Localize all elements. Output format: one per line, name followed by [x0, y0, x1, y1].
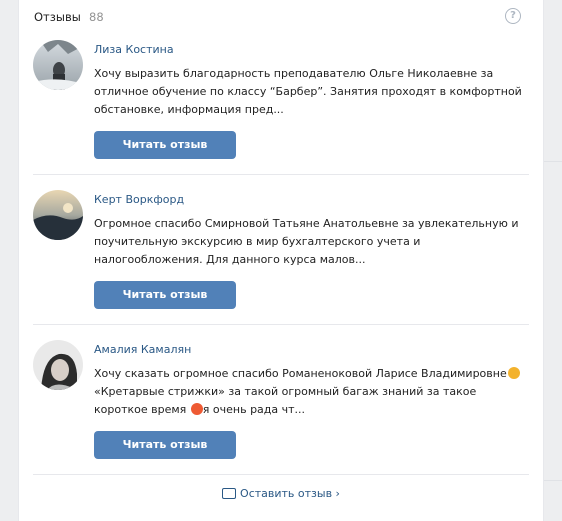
page-background-right [543, 0, 562, 521]
leave-review-label: Оставить отзыв › [240, 487, 340, 500]
review-text: Огромное спасибо Смирновой Татьяне Анато… [94, 217, 519, 266]
separator [33, 474, 529, 475]
review-item: Лиза Костина Хочу выразить благодарность… [19, 34, 543, 184]
review-text: Хочу выразить благодарность преподавател… [94, 67, 522, 116]
reviewer-name[interactable]: Амалия Камалян [94, 343, 191, 356]
separator [33, 324, 529, 325]
reviewer-name[interactable]: Керт Воркфорд [94, 193, 184, 206]
divider [543, 480, 562, 481]
review-item: Амалия Камалян Хочу сказать огромное спа… [19, 334, 543, 484]
review-text-part: я очень рада чт... [202, 403, 306, 416]
review-text-part: Хочу сказать огромное спасибо Романеноко… [94, 367, 507, 380]
reviews-count: 88 [89, 10, 104, 24]
divider [543, 161, 562, 162]
reviews-title: Отзывы [34, 10, 81, 24]
reviewer-name[interactable]: Лиза Костина [94, 43, 174, 56]
leave-review-link[interactable]: Оставить отзыв › [19, 478, 543, 510]
avatar[interactable] [33, 190, 83, 240]
avatar[interactable] [33, 40, 83, 90]
smiling-face-icon [507, 367, 520, 379]
review-item: Керт Воркфорд Огромное спасибо Смирновой… [19, 184, 543, 334]
reviews-header: Отзывы 88 ? [19, 0, 543, 34]
read-review-button[interactable]: Читать отзыв [94, 281, 236, 309]
comment-icon [222, 487, 237, 499]
heart-eyes-face-icon [190, 403, 203, 415]
separator [33, 174, 529, 175]
read-review-button[interactable]: Читать отзыв [94, 431, 236, 459]
read-review-button[interactable]: Читать отзыв [94, 131, 236, 159]
question-circle-icon[interactable]: ? [505, 8, 521, 24]
avatar[interactable] [33, 340, 83, 390]
reviews-card: Отзывы 88 ? Лиза Костина Хочу выразить б… [18, 0, 544, 521]
review-text: Хочу сказать огромное спасибо Романеноко… [94, 365, 524, 419]
